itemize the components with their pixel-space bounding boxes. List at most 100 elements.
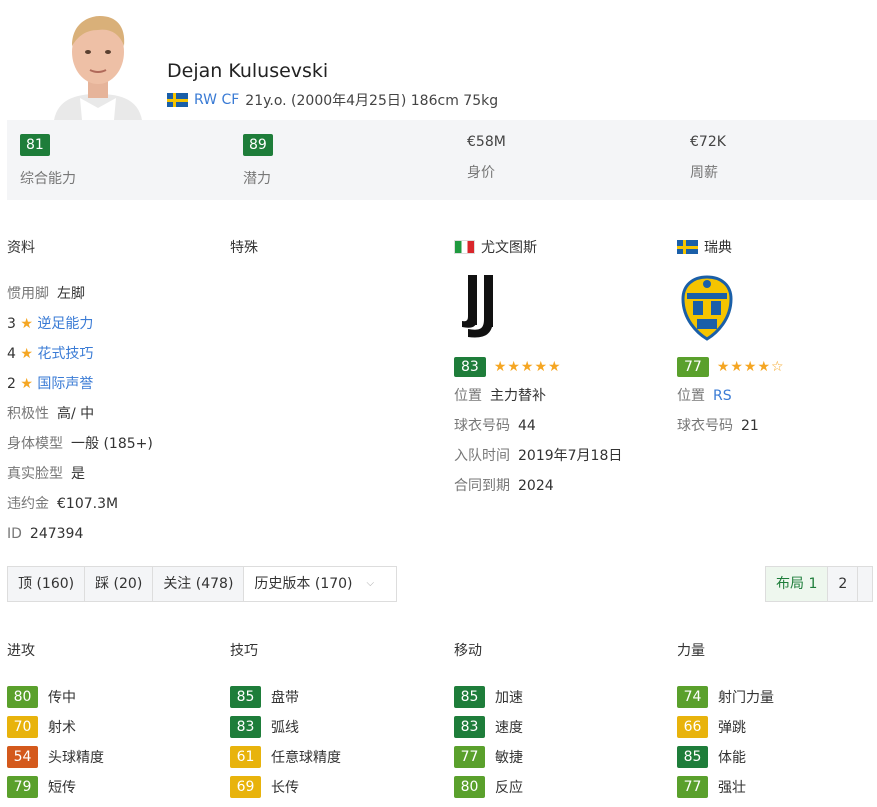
attribute-name: 短传 [48, 780, 76, 796]
national-team-logo[interactable] [677, 275, 877, 345]
profile-title: 资料 [7, 240, 35, 256]
attribute-value-badge: 79 [7, 776, 38, 798]
chevron-down-icon: ⌵ [366, 578, 375, 589]
attribute-row: 69 长传 [230, 772, 450, 802]
national-kit-row: 球衣号码 21 [677, 418, 759, 434]
attribute-name: 反应 [495, 780, 523, 796]
stat-value-label: 身价 [467, 165, 495, 181]
stat-overall: 81 综合能力 [20, 134, 76, 188]
attribute-value-badge: 85 [230, 686, 261, 708]
star-icon: ★ [20, 346, 33, 362]
stat-potential-label: 潜力 [243, 171, 271, 187]
player-positions[interactable]: RW CF [194, 92, 239, 108]
stat-wage: €72K 周薪 [690, 134, 726, 182]
attribute-name: 加速 [495, 690, 523, 706]
attribute-group: 进攻 80 传中 70 射术 54 头球精度 79 短传 [7, 640, 227, 802]
club-position-row: 位置 主力替补 [454, 388, 546, 404]
attribute-name: 射术 [48, 720, 76, 736]
stat-wage-label: 周薪 [690, 165, 718, 181]
attribute-row: 85 盘带 [230, 682, 450, 712]
history-versions-label: 历史版本 (170) [254, 576, 353, 592]
stat-potential-value: 89 [243, 134, 273, 156]
attribute-name: 速度 [495, 720, 523, 736]
attribute-group-title: 技巧 [230, 643, 258, 659]
national-header[interactable]: 瑞典 [677, 237, 877, 257]
attribute-group: 移动 85 加速 83 速度 77 敏捷 80 反应 [454, 640, 674, 802]
attribute-group-title: 移动 [454, 643, 482, 659]
club-kit-row: 球衣号码 44 [454, 418, 536, 434]
profile-column: 资料 惯用脚 左脚 3 ★ 逆足能力 4 ★ 花式技巧 2 ★ 国际声誉 积极性高… [7, 237, 227, 549]
national-team-name[interactable]: 瑞典 [704, 237, 732, 257]
club-contract-row: 合同到期 2024 [454, 478, 554, 494]
player-id-row: ID 247394 [7, 526, 84, 542]
body-type-row: 身体模型 一般 (185+) [7, 436, 153, 452]
attribute-row: 70 射术 [7, 712, 227, 742]
national-rating: 77 [677, 357, 709, 377]
attribute-value-badge: 69 [230, 776, 261, 798]
club-rating-line: 83 ★★★★★ [454, 355, 674, 379]
skill-moves-row: 4 ★ 花式技巧 [7, 346, 94, 362]
attribute-value-badge: 83 [230, 716, 261, 738]
attribute-value-badge: 85 [677, 746, 708, 768]
sweden-flag-icon [677, 240, 698, 254]
attribute-value-badge: 54 [7, 746, 38, 768]
follow-button[interactable]: 关注 (478) [153, 567, 245, 601]
work-rate-row: 积极性 高/ 中 [7, 406, 95, 422]
attribute-row: 80 反应 [454, 772, 674, 802]
real-face-row: 真实脸型是 [7, 466, 85, 482]
weak-foot-row: 3 ★ 逆足能力 [7, 316, 94, 332]
attribute-row: 85 体能 [677, 742, 877, 772]
club-joined-row: 入队时间 2019年7月18日 [454, 448, 623, 464]
stat-value-amount: €58M [467, 134, 506, 150]
attribute-row: 77 强壮 [677, 772, 877, 802]
attribute-name: 弧线 [271, 720, 299, 736]
national-stars: ★★★★☆ [716, 359, 785, 375]
attribute-name: 射门力量 [718, 690, 774, 706]
layout-2-button[interactable]: 2 [828, 567, 859, 601]
specialities-column: 特殊 [230, 237, 450, 257]
player-name: Dejan Kulusevski [167, 60, 329, 82]
club-logo[interactable] [454, 275, 674, 345]
attribute-row: 61 任意球精度 [230, 742, 450, 772]
release-clause-row: 违约金 €107.3M [7, 496, 119, 512]
history-versions-select[interactable]: 历史版本 (170) ⌵ [244, 567, 397, 601]
attribute-row: 79 短传 [7, 772, 227, 802]
attribute-name: 弹跳 [718, 720, 746, 736]
attribute-group-title: 力量 [677, 643, 705, 659]
attribute-name: 强壮 [718, 780, 746, 796]
attribute-row: 54 头球精度 [7, 742, 227, 772]
layout-1-button[interactable]: 布局 1 [766, 567, 829, 601]
italy-flag-icon [454, 240, 475, 254]
attribute-row: 77 敏捷 [454, 742, 674, 772]
reputation-row: 2 ★ 国际声誉 [7, 376, 94, 392]
club-header[interactable]: 尤文图斯 [454, 237, 674, 257]
attribute-row: 85 加速 [454, 682, 674, 712]
club-rating: 83 [454, 357, 486, 377]
attribute-value-badge: 77 [454, 746, 485, 768]
layout-pager: 布局 1 2 [765, 566, 874, 602]
attribute-row: 80 传中 [7, 682, 227, 712]
attribute-value-badge: 70 [7, 716, 38, 738]
club-name[interactable]: 尤文图斯 [481, 237, 537, 257]
attribute-value-badge: 77 [677, 776, 708, 798]
attribute-group: 力量 74 射门力量 66 弹跳 85 体能 77 强壮 [677, 640, 877, 802]
like-button[interactable]: 顶 (160) [8, 567, 86, 601]
attribute-group: 技巧 85 盘带 83 弧线 61 任意球精度 69 长传 [230, 640, 450, 802]
national-rating-line: 77 ★★★★☆ [677, 355, 877, 379]
attribute-value-badge: 61 [230, 746, 261, 768]
stat-overall-value: 81 [20, 134, 50, 156]
specialities-title: 特殊 [230, 240, 258, 256]
attribute-name: 盘带 [271, 690, 299, 706]
attribute-value-badge: 80 [7, 686, 38, 708]
attribute-row: 66 弹跳 [677, 712, 877, 742]
stat-value: €58M 身价 [467, 134, 506, 182]
dislike-button[interactable]: 踩 (20) [85, 567, 154, 601]
pager-more-button[interactable] [858, 567, 873, 601]
club-stars: ★★★★★ [493, 359, 562, 375]
attribute-name: 敏捷 [495, 750, 523, 766]
preferred-foot-row: 惯用脚 左脚 [7, 286, 85, 302]
player-avatar [50, 8, 146, 120]
national-team-column: 瑞典 77 ★★★★☆ 位置 RS 球衣号码 21 [677, 237, 877, 441]
attribute-name: 体能 [718, 750, 746, 766]
stat-potential: 89 潜力 [243, 134, 273, 188]
